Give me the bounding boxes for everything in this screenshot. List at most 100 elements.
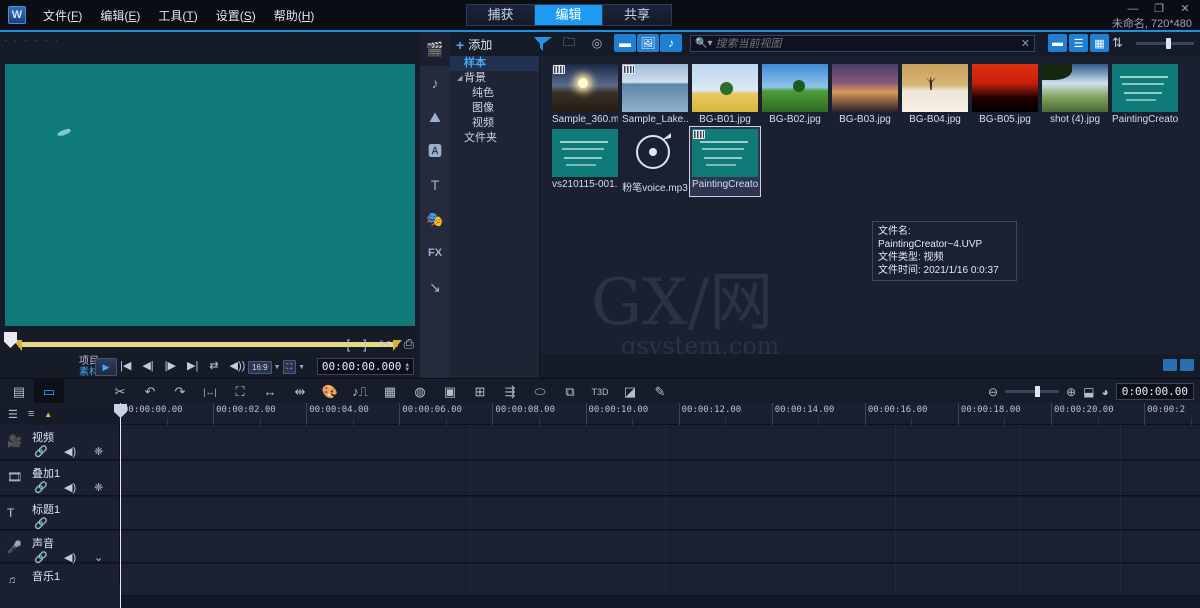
track-header[interactable]: T标题1🔗 bbox=[0, 497, 120, 529]
track-link-icon[interactable]: 🔗 bbox=[34, 481, 64, 494]
slider-knob[interactable] bbox=[1166, 38, 1171, 49]
library-search[interactable]: 🔍▾ ✕ bbox=[690, 35, 1035, 52]
next-frame-button[interactable]: |▶ bbox=[165, 359, 176, 372]
clear-search-icon[interactable]: ✕ bbox=[1021, 37, 1030, 50]
preview-screen[interactable] bbox=[5, 64, 415, 326]
track-lane[interactable] bbox=[120, 531, 1200, 562]
track-link-icon[interactable]: 🔗 bbox=[34, 517, 64, 530]
play-button[interactable]: ▶ bbox=[95, 358, 117, 376]
workflow-tab-0[interactable]: 捕获 bbox=[467, 5, 535, 25]
timeline-ruler[interactable]: 00:00:00.0000:00:02.0000:00:04.0000:00:0… bbox=[120, 403, 1200, 425]
scrub-playhead[interactable] bbox=[4, 332, 17, 348]
subtitle-icon[interactable]: ▣ bbox=[435, 379, 465, 404]
timeline-zoom-slider[interactable] bbox=[1005, 390, 1059, 393]
repeat-button[interactable]: ⇄ bbox=[209, 359, 218, 372]
multicam-icon[interactable]: ◍ bbox=[405, 379, 435, 404]
storyboard-grid-icon[interactable]: ⊞ bbox=[465, 379, 495, 404]
media-grid-area[interactable]: GX/网 gsystem.com Sample_360.m...Sample_L… bbox=[541, 56, 1200, 378]
tree-item-2[interactable]: 纯色 bbox=[450, 86, 539, 101]
speed-icon[interactable]: ⇶ bbox=[495, 379, 525, 404]
fx-icon[interactable]: FX bbox=[420, 236, 450, 270]
minimize-button[interactable]: — bbox=[1126, 3, 1140, 15]
chevron-down-icon-2[interactable]: ▼ bbox=[298, 364, 305, 371]
timeline-track[interactable]: 🎞叠加1🔗◀)❈ bbox=[0, 461, 1200, 496]
fit-timeline-icon[interactable]: ⬓ bbox=[1083, 385, 1094, 399]
scrub-track[interactable] bbox=[18, 342, 398, 347]
fit-project-icon[interactable]: |↔| bbox=[195, 379, 225, 404]
preview-scrubber[interactable]: []✂⎙ bbox=[0, 332, 420, 358]
timeline-track[interactable]: T标题1🔗 bbox=[0, 497, 1200, 530]
track-link-icon[interactable]: 🔗 bbox=[34, 551, 64, 564]
color-icon[interactable]: 🎨 bbox=[315, 379, 345, 404]
tree-item-1[interactable]: ◢背景 bbox=[450, 71, 539, 86]
media-item[interactable]: shot (4).jpg bbox=[1040, 62, 1110, 127]
storyboard-view-button[interactable]: ▤ bbox=[4, 379, 34, 404]
menu-item-0[interactable]: 文件(F) bbox=[34, 3, 91, 28]
panel-drag-handle[interactable]: · · · · · · bbox=[4, 35, 60, 46]
track-link-icon[interactable]: 🔗 bbox=[34, 445, 64, 458]
title-template-icon[interactable]: 🅰 bbox=[420, 134, 450, 168]
search-input[interactable] bbox=[715, 38, 1020, 50]
prev-frame-button[interactable]: ◀| bbox=[142, 359, 153, 372]
mark-in-button[interactable]: [ bbox=[346, 337, 350, 352]
track-volume-icon[interactable]: ◀) bbox=[64, 481, 94, 494]
disc-icon[interactable]: ◎ bbox=[586, 34, 608, 52]
filter-audio-icon[interactable]: ♪ bbox=[660, 34, 682, 52]
flag-icon[interactable] bbox=[532, 35, 554, 56]
filter-photo-icon[interactable]: 🖼 bbox=[637, 34, 659, 52]
view-list-button[interactable]: ☰ bbox=[1069, 34, 1088, 52]
filter-video-icon[interactable]: ▬ bbox=[614, 34, 636, 52]
folder-add-icon[interactable]: 🗀 bbox=[558, 34, 580, 52]
media-item[interactable]: BG-B03.jpg bbox=[830, 62, 900, 127]
workflow-tab-2[interactable]: 共享 bbox=[603, 5, 671, 25]
track-list-icon[interactable]: ≡ bbox=[28, 408, 34, 420]
menu-item-4[interactable]: 帮助(H) bbox=[265, 3, 324, 28]
end-button[interactable]: ▶| bbox=[187, 359, 198, 372]
track-lane[interactable] bbox=[120, 461, 1200, 495]
tree-item-4[interactable]: 视频 bbox=[450, 116, 539, 131]
track-header[interactable]: 🎤声音🔗◀)⌄ bbox=[0, 531, 120, 562]
timeline-track[interactable]: 🎤声音🔗◀)⌄ bbox=[0, 531, 1200, 563]
add-media-button[interactable]: + 添加 bbox=[456, 36, 492, 53]
track-volume-icon[interactable]: ◀) bbox=[64, 445, 94, 458]
media-item[interactable]: BG-B02.jpg bbox=[760, 62, 830, 127]
audio-mixer-icon[interactable]: ♪⎍ bbox=[345, 379, 375, 404]
mark-out-button[interactable]: ] bbox=[363, 337, 367, 352]
transition-icon[interactable]: ⛰ bbox=[420, 100, 450, 134]
chevron-down-icon[interactable]: ▼ bbox=[274, 364, 281, 371]
keyframe-icon[interactable]: ▲ bbox=[44, 410, 52, 419]
menu-item-3[interactable]: 设置(S) bbox=[207, 3, 265, 28]
menu-item-1[interactable]: 编辑(E) bbox=[91, 3, 149, 28]
media-icon[interactable]: 🎬 bbox=[420, 32, 450, 66]
track-lane[interactable] bbox=[120, 425, 1200, 459]
close-button[interactable]: ✕ bbox=[1178, 2, 1192, 15]
extend-icon[interactable]: ⇹ bbox=[285, 379, 315, 404]
mask-icon[interactable]: ⬭ bbox=[525, 379, 555, 404]
media-item[interactable]: BG-B05.jpg bbox=[970, 62, 1040, 127]
timeline-view-button[interactable]: ▭ bbox=[34, 379, 64, 404]
redo-icon[interactable]: ↷ bbox=[165, 379, 195, 404]
track-volume-icon[interactable]: ◀) bbox=[64, 551, 94, 564]
mix-tool-icon[interactable]: ✂ bbox=[105, 379, 135, 404]
media-item[interactable]: 粉笔voice.mp3 bbox=[620, 127, 690, 196]
timeline-timecode[interactable]: 0:00:00.00 bbox=[1116, 383, 1194, 400]
zoom-out-icon[interactable]: ⊖ bbox=[988, 385, 998, 399]
title-3d-icon[interactable]: T3D bbox=[585, 379, 615, 404]
view-thumbnail-button[interactable]: ▬ bbox=[1048, 34, 1067, 52]
chroma-icon[interactable]: ◪ bbox=[615, 379, 645, 404]
audio-icon[interactable]: ♪ bbox=[420, 66, 450, 100]
crop-icon[interactable]: ⛶ bbox=[225, 379, 255, 404]
menu-item-2[interactable]: 工具(T) bbox=[149, 3, 206, 28]
media-item[interactable]: BG-B01.jpg bbox=[690, 62, 760, 127]
timecode-mode-icon[interactable]: ◕ bbox=[1102, 385, 1109, 399]
tree-item-5[interactable]: 文件夹 bbox=[450, 131, 539, 146]
aspect-ratio-selector[interactable]: 16:9 ▼ ⛶ ▼ bbox=[248, 360, 305, 374]
library-footer-buttons[interactable] bbox=[1163, 359, 1194, 371]
zoom-in-icon[interactable]: ⊕ bbox=[1066, 385, 1076, 399]
restore-button[interactable]: ❐ bbox=[1152, 2, 1166, 15]
media-item[interactable]: PaintingCreato... bbox=[1110, 62, 1180, 127]
thumbnail-size-slider[interactable] bbox=[1136, 42, 1194, 45]
track-manager-icon[interactable]: ☰ bbox=[8, 408, 18, 421]
tracker-icon[interactable]: ⧉ bbox=[555, 379, 585, 404]
path-icon[interactable]: ↘ bbox=[420, 270, 450, 304]
